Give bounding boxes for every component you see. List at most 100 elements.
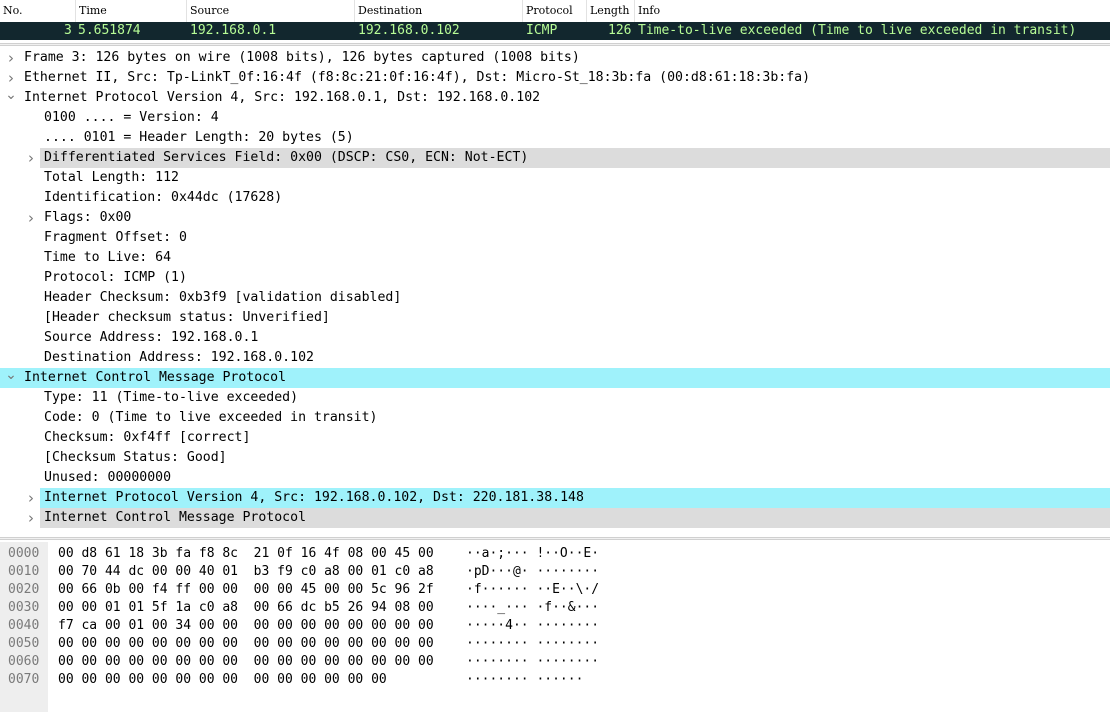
hex-offset: 0020 (8, 582, 40, 597)
tree-item-label: Header Checksum: 0xb3f9 [validation disa… (44, 290, 402, 305)
tree-item[interactable]: Fragment Offset: 0 (0, 228, 1110, 248)
tree-item[interactable]: .... 0101 = Header Length: 20 bytes (5) (0, 128, 1110, 148)
chevron-right-icon[interactable]: › (25, 148, 37, 168)
tree-item[interactable]: Type: 11 (Time-to-live exceeded) (0, 388, 1110, 408)
tree-item-label: Checksum: 0xf4ff [correct] (44, 430, 251, 445)
hex-offset: 0030 (8, 600, 40, 615)
tree-item[interactable]: ⌄ Internet Protocol Version 4, Src: 192.1… (0, 88, 1110, 108)
hex-offset: 0010 (8, 564, 40, 579)
chevron-down-icon[interactable]: ⌄ (5, 368, 17, 388)
hex-row[interactable]: 0050 00 00 00 00 00 00 00 00 00 00 00 00 … (0, 635, 1110, 653)
hex-bytes: f7 ca 00 01 00 34 00 00 00 00 00 00 00 0… (58, 618, 434, 633)
tree-item-label: Internet Control Message Protocol (24, 370, 287, 385)
tree-item[interactable]: ⌄ Internet Control Message Protocol (0, 368, 1110, 388)
tree-item[interactable]: Destination Address: 192.168.0.102 (0, 348, 1110, 368)
tree-item[interactable]: Identification: 0x44dc (17628) (0, 188, 1110, 208)
chevron-right-icon[interactable]: › (25, 208, 37, 228)
tree-item-label: Type: 11 (Time-to-live exceeded) (44, 390, 299, 405)
hex-ascii: ········ ········ (466, 636, 600, 651)
column-header-source[interactable]: Source (186, 0, 354, 22)
tree-item[interactable]: › Flags: 0x00 (0, 208, 1110, 228)
tree-item-label: Differentiated Services Field: 0x00 (DSC… (44, 150, 529, 165)
hex-ascii: ····_··· ·f··&··· (466, 600, 600, 615)
packet-list-header: No. Time Source Destination Protocol Len… (0, 0, 1110, 23)
hex-row[interactable]: 0060 00 00 00 00 00 00 00 00 00 00 00 00 … (0, 653, 1110, 671)
packet-source: 192.168.0.1 (190, 23, 277, 38)
tree-item[interactable]: › Internet Control Message Protocol (28, 508, 1110, 528)
tree-item[interactable]: Source Address: 192.168.0.1 (0, 328, 1110, 348)
tree-item-label: Fragment Offset: 0 (44, 230, 187, 245)
packet-destination: 192.168.0.102 (358, 23, 460, 38)
packet-row-selected[interactable]: 3 5.651874 192.168.0.1 192.168.0.102 ICM… (0, 22, 1110, 40)
tree-item-label: Time to Live: 64 (44, 250, 172, 265)
tree-item-label: Total Length: 112 (44, 170, 179, 185)
hex-row[interactable]: 0010 00 70 44 dc 00 00 40 01 b3 f9 c0 a8 … (0, 563, 1110, 581)
tree-item-label: Frame 3: 126 bytes on wire (1008 bits), … (24, 50, 580, 65)
hex-row[interactable]: 0040 f7 ca 00 01 00 34 00 00 00 00 00 00 … (0, 617, 1110, 635)
tree-item[interactable]: Unused: 00000000 (0, 468, 1110, 488)
chevron-right-icon[interactable]: › (25, 508, 37, 528)
tree-item[interactable]: › Internet Protocol Version 4, Src: 192.1… (28, 488, 1110, 508)
tree-item[interactable]: Total Length: 112 (0, 168, 1110, 188)
tree-item[interactable]: › Differentiated Services Field: 0x00 (DS… (28, 148, 1110, 168)
tree-item[interactable]: Protocol: ICMP (1) (0, 268, 1110, 288)
hex-ascii: ··a·;··· !··O··E· (466, 546, 600, 561)
hex-offset: 0050 (8, 636, 40, 651)
hex-bytes: 00 d8 61 18 3b fa f8 8c 21 0f 16 4f 08 0… (58, 546, 434, 561)
hex-row[interactable]: 0000 00 d8 61 18 3b fa f8 8c 21 0f 16 4f … (0, 545, 1110, 563)
hex-offset: 0000 (8, 546, 40, 561)
hex-bytes: 00 70 44 dc 00 00 40 01 b3 f9 c0 a8 00 0… (58, 564, 434, 579)
packet-time: 5.651874 (78, 23, 141, 38)
list-gap (0, 40, 1110, 42)
pane-splitter-top[interactable] (0, 43, 1110, 46)
hex-bytes: 00 00 00 00 00 00 00 00 00 00 00 00 00 0… (58, 672, 387, 687)
tree-item[interactable]: Header Checksum: 0xb3f9 [validation disa… (0, 288, 1110, 308)
tree-item[interactable]: Code: 0 (Time to live exceeded in transi… (0, 408, 1110, 428)
chevron-right-icon[interactable]: › (25, 488, 37, 508)
hex-ascii: ·pD···@· ········ (466, 564, 600, 579)
hex-row[interactable]: 0020 00 66 0b 00 f4 ff 00 00 00 00 45 00 … (0, 581, 1110, 599)
packet-length: 126 (608, 23, 632, 38)
tree-item-label: Identification: 0x44dc (17628) (44, 190, 283, 205)
tree-item[interactable]: [Header checksum status: Unverified] (0, 308, 1110, 328)
tree-item[interactable]: 0100 .... = Version: 4 (0, 108, 1110, 128)
column-header-info[interactable]: Info (634, 0, 1110, 22)
tree-item[interactable]: Time to Live: 64 (0, 248, 1110, 268)
chevron-down-icon[interactable]: ⌄ (5, 88, 17, 108)
column-header-no[interactable]: No. (0, 0, 75, 22)
tree-item-label: Source Address: 192.168.0.1 (44, 330, 259, 345)
packet-list: No. Time Source Destination Protocol Len… (0, 0, 1110, 42)
chevron-right-icon[interactable]: › (5, 48, 17, 68)
hex-bytes: 00 00 00 00 00 00 00 00 00 00 00 00 00 0… (58, 654, 434, 669)
tree-item[interactable]: › Frame 3: 126 bytes on wire (1008 bits),… (0, 48, 1110, 68)
hex-ascii: ·f······ ··E··\·/ (466, 582, 600, 597)
tree-item-label: 0100 .... = Version: 4 (44, 110, 219, 125)
hex-bytes: 00 00 01 01 5f 1a c0 a8 00 66 dc b5 26 9… (58, 600, 434, 615)
column-header-protocol[interactable]: Protocol (522, 0, 586, 22)
tree-item-label: Destination Address: 192.168.0.102 (44, 350, 314, 365)
hex-row[interactable]: 0030 00 00 01 01 5f 1a c0 a8 00 66 dc b5 … (0, 599, 1110, 617)
tree-item[interactable]: › Ethernet II, Src: Tp-LinkT_0f:16:4f (f8… (0, 68, 1110, 88)
column-header-length[interactable]: Length (586, 0, 634, 22)
tree-item-label: Ethernet II, Src: Tp-LinkT_0f:16:4f (f8:… (24, 70, 811, 85)
tree-item-label: Internet Control Message Protocol (44, 510, 307, 525)
tree-item-label: Internet Protocol Version 4, Src: 192.16… (44, 490, 584, 505)
pane-splitter-bottom[interactable] (0, 537, 1110, 540)
hex-ascii: ········ ········ (466, 654, 600, 669)
tree-item-label: .... 0101 = Header Length: 20 bytes (5) (44, 130, 354, 145)
column-header-time[interactable]: Time (75, 0, 186, 22)
hex-row[interactable]: 0070 00 00 00 00 00 00 00 00 00 00 00 00 … (0, 671, 1110, 689)
column-header-destination[interactable]: Destination (354, 0, 522, 22)
tree-item-label: [Checksum Status: Good] (44, 450, 227, 465)
packet-no: 3 (64, 23, 72, 38)
hex-offset: 0060 (8, 654, 40, 669)
tree-item-label: [Header checksum status: Unverified] (44, 310, 330, 325)
tree-item[interactable]: Checksum: 0xf4ff [correct] (0, 428, 1110, 448)
tree-item-label: Internet Protocol Version 4, Src: 192.16… (24, 90, 541, 105)
chevron-right-icon[interactable]: › (5, 68, 17, 88)
tree-item[interactable]: [Checksum Status: Good] (0, 448, 1110, 468)
packet-protocol: ICMP (526, 23, 558, 38)
packet-details-tree: › Frame 3: 126 bytes on wire (1008 bits),… (0, 48, 1110, 536)
tree-item-label: Flags: 0x00 (44, 210, 132, 225)
tree-item-label: Protocol: ICMP (1) (44, 270, 187, 285)
